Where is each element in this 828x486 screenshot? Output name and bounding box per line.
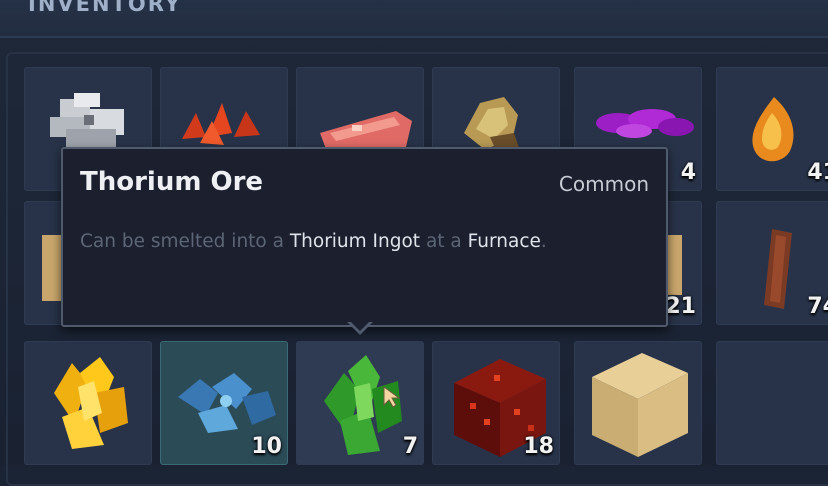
inventory-slot[interactable]: 18 — [432, 341, 560, 465]
item-count: 41 — [807, 160, 828, 185]
desc-highlight-ingot: Thorium Ingot — [289, 231, 421, 252]
tooltip-rarity: Common — [558, 172, 649, 196]
amethyst-icon — [596, 109, 694, 138]
inventory-header: INVENTORY — [0, 0, 828, 38]
item-tooltip: Thorium Ore Common Can be smelted into a… — [61, 147, 668, 327]
item-count: 74 — [807, 294, 828, 319]
tooltip-description: Can be smelted into a Thorium Ingot at a… — [80, 231, 547, 252]
inventory-slot[interactable] — [574, 341, 702, 465]
item-count: 18 — [523, 434, 554, 459]
sand-block-icon — [592, 353, 688, 457]
topaz-icon — [54, 357, 128, 449]
desc-text: at a — [420, 231, 468, 252]
inventory-slot[interactable]: 74 — [716, 201, 828, 325]
inventory-slot-hovered[interactable]: 7 — [296, 341, 424, 465]
desc-highlight-furnace: Furnace — [467, 231, 541, 252]
inventory-slot[interactable] — [24, 341, 152, 465]
inventory-slot-selected[interactable]: 10 — [160, 341, 288, 465]
inventory-slot[interactable] — [716, 341, 828, 465]
desc-text: Can be smelted into a — [80, 231, 290, 252]
sapphire-ore-icon — [178, 373, 276, 433]
meat-icon — [320, 111, 412, 149]
log-icon — [764, 229, 792, 309]
cursor-icon — [383, 386, 401, 408]
item-count: 4 — [680, 160, 696, 185]
inventory-title: INVENTORY — [28, 0, 182, 16]
tooltip-arrow-inner — [350, 321, 370, 331]
desc-text: . — [540, 231, 547, 252]
tooltip-item-name: Thorium Ore — [80, 167, 264, 197]
item-count: 7 — [402, 434, 418, 459]
inventory-slot[interactable]: 41 — [716, 67, 828, 191]
amber-icon — [752, 97, 794, 162]
item-count: 10 — [251, 434, 282, 459]
log-icon — [666, 235, 682, 295]
item-count: 21 — [665, 294, 696, 319]
